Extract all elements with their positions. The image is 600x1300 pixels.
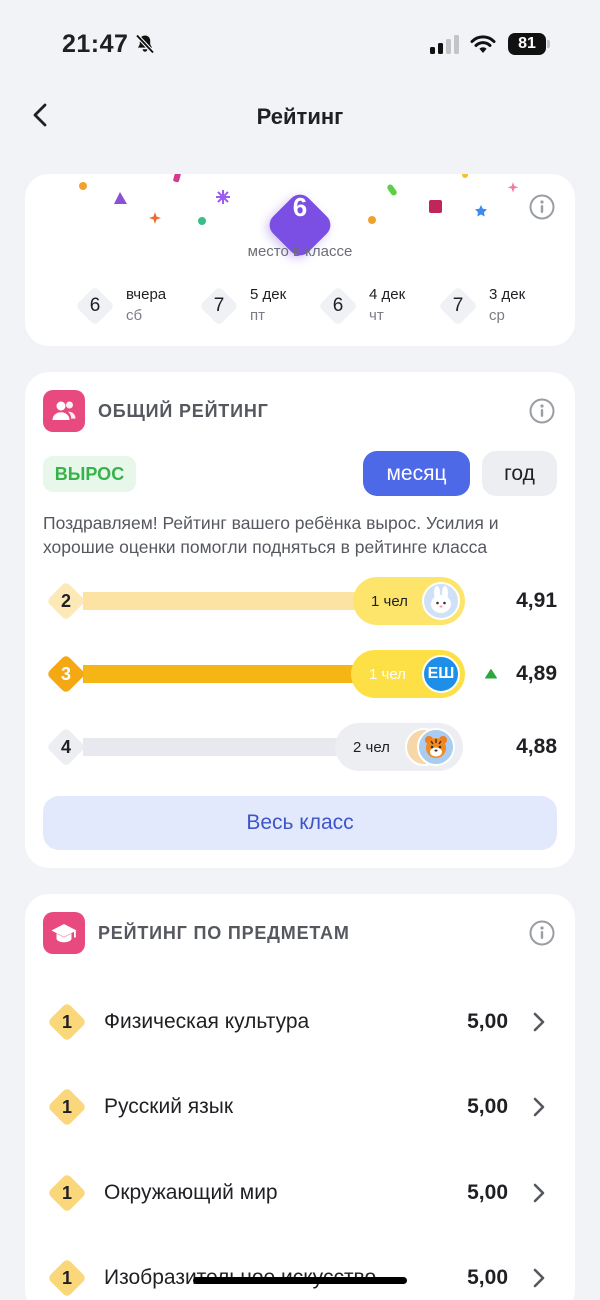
subject-rank: 1 xyxy=(61,1011,72,1032)
people-icon xyxy=(43,390,85,432)
subject-score: 5,00 xyxy=(467,1181,508,1204)
chevron-right-icon xyxy=(533,1183,545,1203)
place-number: 6 xyxy=(292,191,308,222)
status-bar: 21:47 81 xyxy=(0,0,600,90)
subject-row[interactable]: 1 Изобразительное искусство 5,00 xyxy=(43,1248,557,1300)
history-item: 7 3 дек ср xyxy=(438,286,548,326)
period-month-button[interactable]: месяц xyxy=(363,451,470,496)
rank-score: 4,89 xyxy=(516,662,557,685)
subject-name: Изобразительное искусство xyxy=(104,1266,376,1289)
history-day: пт xyxy=(250,307,265,324)
history-date: 4 дек xyxy=(369,286,406,303)
rank-row: 4 2 чел 4,88 xyxy=(43,723,557,771)
history-day: сб xyxy=(126,307,143,324)
history-place: 6 xyxy=(332,295,344,316)
home-indicator[interactable] xyxy=(193,1277,407,1284)
subject-name: Окружающий мир xyxy=(104,1181,278,1204)
chevron-right-icon xyxy=(533,1012,545,1032)
rank-people-count: 1 чел xyxy=(371,592,408,610)
history-item: 6 вчера сб xyxy=(75,286,185,326)
history-place: 6 xyxy=(89,295,101,316)
rank-place: 4 xyxy=(60,736,71,757)
chevron-right-icon xyxy=(533,1268,545,1288)
place-caption: место в классе xyxy=(247,243,353,260)
rank-people-count: 1 чел xyxy=(369,665,406,683)
history-place: 7 xyxy=(452,295,464,316)
history-day: чт xyxy=(369,307,384,324)
battery-icon: 81 xyxy=(508,33,550,55)
subjects-rating-title: РЕЙТИНГ ПО ПРЕДМЕТАМ xyxy=(98,923,350,943)
subject-rank: 1 xyxy=(61,1267,72,1288)
rank-score: 4,91 xyxy=(516,589,557,612)
rank-row-current: 3 1 чел ЕШ 4,89 xyxy=(43,650,557,698)
status-time: 21:47 xyxy=(62,30,129,58)
nav-bar: Рейтинг xyxy=(0,90,600,144)
subject-name: Физическая культура xyxy=(104,1010,310,1033)
place-history: 6 вчера сб 7 5 дек пт 6 4 дек чт 7 3 дек… xyxy=(75,286,545,326)
rank-bar xyxy=(83,592,383,610)
history-date: вчера xyxy=(126,286,167,303)
class-place-card: 6 место в классе 6 вчера сб 7 5 дек пт 6… xyxy=(25,174,575,346)
info-icon[interactable] xyxy=(529,920,555,946)
history-place: 7 xyxy=(213,295,225,316)
subject-score: 5,00 xyxy=(467,1266,508,1289)
subject-name: Русский язык xyxy=(104,1095,234,1118)
rank-place: 2 xyxy=(60,590,71,611)
rank-people-count: 2 чел xyxy=(353,738,390,756)
bell-muted-icon xyxy=(135,34,155,54)
rank-people-pill[interactable]: 2 чел xyxy=(335,723,463,771)
general-rating-title: ОБЩИЙ РЕЙТИНГ xyxy=(98,401,269,421)
rank-people-pill[interactable]: 1 чел ЕШ xyxy=(351,650,465,698)
subject-row[interactable]: 1 Русский язык 5,00 xyxy=(43,1077,557,1137)
period-year-button[interactable]: год xyxy=(482,451,557,496)
subject-score: 5,00 xyxy=(467,1095,508,1118)
rating-grew-badge: ВЫРОС xyxy=(43,456,136,492)
history-day: ср xyxy=(489,307,505,324)
rank-place: 3 xyxy=(60,663,71,684)
graduation-cap-icon xyxy=(43,912,85,954)
subject-rank: 1 xyxy=(61,1182,72,1203)
subjects-rating-card: РЕЙТИНГ ПО ПРЕДМЕТАМ 1 Физическая культу… xyxy=(25,894,575,1300)
chevron-right-icon xyxy=(533,1097,545,1117)
subject-row[interactable]: 1 Окружающий мир 5,00 xyxy=(43,1163,557,1223)
tiger-avatar-icon xyxy=(417,728,455,766)
rank-bar xyxy=(83,665,383,683)
rank-people-pill[interactable]: 1 чел xyxy=(353,577,465,625)
history-date: 3 дек xyxy=(489,286,526,303)
subject-score: 5,00 xyxy=(467,1010,508,1033)
info-icon[interactable] xyxy=(529,398,555,424)
battery-level: 81 xyxy=(508,33,546,55)
subject-row[interactable]: 1 Физическая культура 5,00 xyxy=(43,992,557,1052)
rank-up-arrow-icon xyxy=(485,669,497,679)
history-item: 6 4 дек чт xyxy=(318,286,428,326)
page-title: Рейтинг xyxy=(256,104,344,129)
rank-bar xyxy=(83,738,373,756)
rank-row: 2 1 чел 4,91 xyxy=(43,577,557,625)
student-avatar: ЕШ xyxy=(422,655,460,693)
rank-score: 4,88 xyxy=(516,735,557,758)
history-item: 7 5 дек пт xyxy=(199,286,309,326)
info-icon[interactable] xyxy=(529,194,555,220)
signal-icon xyxy=(430,35,459,54)
wifi-icon xyxy=(470,35,496,53)
rating-message: Поздравляем! Рейтинг вашего ребёнка выро… xyxy=(43,513,499,557)
whole-class-button[interactable]: Весь класс xyxy=(43,796,557,850)
general-rating-card: ОБЩИЙ РЕЙТИНГ ВЫРОС месяц год Поздравляе… xyxy=(25,372,575,868)
subject-rank: 1 xyxy=(61,1096,72,1117)
history-date: 5 дек xyxy=(250,286,287,303)
bunny-avatar-icon xyxy=(422,582,460,620)
student-initials: ЕШ xyxy=(427,665,455,682)
